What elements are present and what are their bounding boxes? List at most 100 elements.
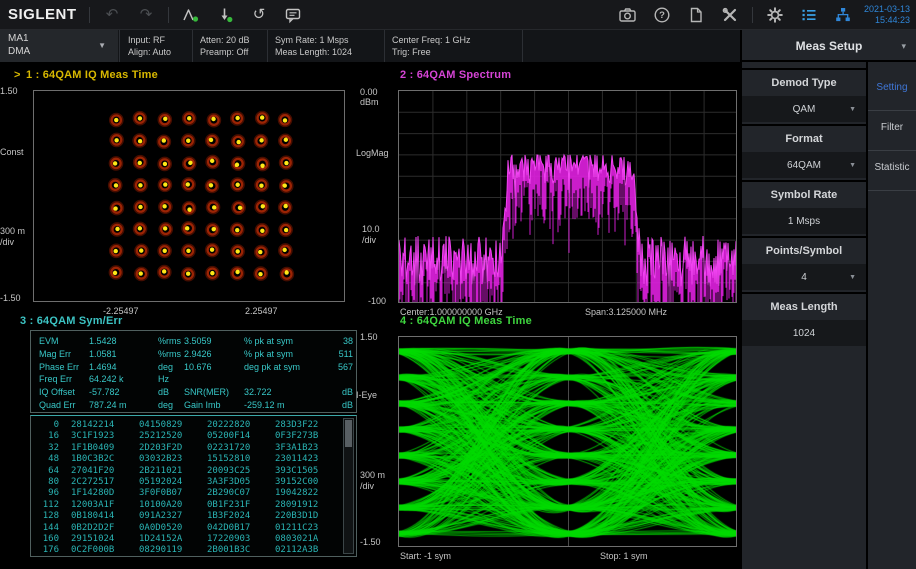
metric-cell: % pk at sym bbox=[244, 349, 293, 360]
hex-group: 091A2327 bbox=[139, 511, 207, 521]
tools-icon[interactable] bbox=[713, 0, 747, 30]
marker-icon[interactable] bbox=[208, 0, 242, 30]
network-icon[interactable] bbox=[826, 0, 860, 30]
hex-row-index: 16 bbox=[35, 431, 59, 441]
hex-group: 3A3F3D05 bbox=[207, 477, 275, 487]
q2-y-scale-unit: /div bbox=[362, 235, 396, 245]
comment-icon[interactable] bbox=[276, 0, 310, 30]
hex-group: 2C272517 bbox=[71, 477, 139, 487]
metric-cell: dB bbox=[158, 387, 169, 398]
tab-statistic[interactable]: Statistic bbox=[868, 162, 916, 173]
hex-group: 28142214 bbox=[71, 420, 139, 430]
hex-group: 2D203F2D bbox=[139, 443, 207, 453]
peak-search-icon[interactable] bbox=[174, 0, 208, 30]
hex-row-index: 96 bbox=[35, 488, 59, 498]
metric-cell: 511 bbox=[313, 349, 353, 360]
metric-cell: dB bbox=[313, 400, 353, 411]
hex-row-index: 0 bbox=[35, 420, 59, 430]
field-value-demod-type[interactable]: QAM▼ bbox=[742, 96, 866, 122]
hex-scrollbar-thumb[interactable] bbox=[345, 420, 352, 447]
hex-group: 10100A20 bbox=[139, 500, 207, 510]
config-bar: MA1 DMA ▼ Input: RFAlign: AutoAtten: 20 … bbox=[0, 30, 740, 62]
tab-filter[interactable]: Filter bbox=[868, 122, 916, 133]
tab-setting[interactable]: Setting bbox=[868, 82, 916, 93]
screenshot-camera-icon[interactable] bbox=[611, 0, 645, 30]
q2-scale-type: LogMag bbox=[356, 148, 396, 158]
sidebar-header[interactable]: Meas Setup ▾ bbox=[742, 30, 916, 62]
hex-group: 20093C25 bbox=[207, 466, 275, 476]
metric-cell: %rms bbox=[158, 336, 181, 347]
hex-group: 02112A3B bbox=[275, 545, 343, 555]
hex-group: 23011423 bbox=[275, 454, 343, 464]
config-column: Atten: 20 dBPreamp: Off bbox=[200, 34, 250, 58]
field-value-meas-length[interactable]: 1024 bbox=[742, 320, 866, 346]
q2-y-scale: 10.0 bbox=[362, 224, 396, 234]
hex-row: 6427041F202B21102120093C25393C1505 bbox=[35, 466, 343, 476]
date-text: 2021-03-13 bbox=[864, 4, 910, 15]
field-value-points-symbol[interactable]: 4▼ bbox=[742, 264, 866, 290]
analyzer-screen: SIGLENT ↶ ↷ ↺ ? bbox=[0, 0, 916, 569]
metric-cell: 10.676 bbox=[184, 362, 212, 373]
metric-cell: IQ Offset bbox=[39, 387, 75, 398]
hex-group: 20222820 bbox=[207, 420, 275, 430]
chevron-down-icon: ▼ bbox=[849, 106, 856, 113]
chevron-down-icon: ▾ bbox=[901, 41, 906, 52]
metric-cell: Mag Err bbox=[39, 349, 71, 360]
redo-icon[interactable]: ↷ bbox=[129, 0, 163, 30]
hex-group: 0F3F273B bbox=[275, 431, 343, 441]
config-line1: Input: RF bbox=[128, 34, 171, 46]
hex-group: 02231720 bbox=[207, 443, 275, 453]
q1-x-right: 2.25497 bbox=[245, 306, 345, 316]
undo-icon[interactable]: ↶ bbox=[95, 0, 129, 30]
help-icon[interactable]: ? bbox=[645, 0, 679, 30]
metric-cell: dB bbox=[313, 387, 353, 398]
hex-group: 3F3A1B23 bbox=[275, 443, 343, 453]
mode-selector[interactable]: MA1 DMA ▼ bbox=[0, 30, 118, 62]
hex-group: 12003A1F bbox=[71, 500, 139, 510]
hex-group: 1F14280D bbox=[71, 488, 139, 498]
task-list-icon[interactable] bbox=[792, 0, 826, 30]
settings-gear-icon[interactable] bbox=[758, 0, 792, 30]
field-value-symbol-rate[interactable]: 1 Msps bbox=[742, 208, 866, 234]
hex-row: 11212003A1F10100A200B1F231F28091912 bbox=[35, 500, 343, 510]
config-column: Center Freq: 1 GHzTrig: Free bbox=[392, 34, 471, 58]
hex-group: 393C1505 bbox=[275, 466, 343, 476]
q1-y-bottom: -1.50 bbox=[0, 293, 31, 303]
hex-group: 05192024 bbox=[139, 477, 207, 487]
history-icon[interactable]: ↺ bbox=[242, 0, 276, 30]
hex-group: 05200F14 bbox=[207, 431, 275, 441]
hex-group: 2B290C07 bbox=[207, 488, 275, 498]
symbol-hex-table: 0281422140415082920222820283D3F22163C1F1… bbox=[30, 415, 357, 557]
hex-group: 03032B23 bbox=[139, 454, 207, 464]
metric-cell: Hz bbox=[158, 374, 169, 385]
metric-cell: 2.9426 bbox=[184, 349, 212, 360]
q1-y-scale-unit: /div bbox=[0, 237, 31, 247]
spectrum-svg bbox=[399, 91, 737, 303]
hex-group: 08290119 bbox=[139, 545, 207, 555]
sidebar-tabs: Setting Filter Statistic bbox=[866, 62, 916, 569]
q4-y-mid: I-Eye bbox=[356, 390, 396, 400]
metric-cell: 567 bbox=[313, 362, 353, 373]
hex-group: 27041F20 bbox=[71, 466, 139, 476]
window-1-title: 1 : 64QAM IQ Meas Time bbox=[26, 69, 158, 81]
config-line1: Sym Rate: 1 Msps bbox=[275, 34, 352, 46]
q1-y-scale: 300 m bbox=[0, 226, 31, 236]
field-value-format[interactable]: 64QAM▼ bbox=[742, 152, 866, 178]
config-line1: Center Freq: 1 GHz bbox=[392, 34, 471, 46]
config-divider bbox=[384, 30, 385, 62]
hex-row-index: 144 bbox=[35, 523, 59, 533]
hex-group: 01211C23 bbox=[275, 523, 343, 533]
metric-cell: deg pk at sym bbox=[244, 362, 300, 373]
config-line2: Preamp: Off bbox=[200, 46, 250, 58]
field-label-meas-length: Meas Length bbox=[742, 292, 866, 320]
hex-row-index: 160 bbox=[35, 534, 59, 544]
hex-group: 0B1F231F bbox=[207, 500, 275, 510]
top-toolbar: SIGLENT ↶ ↷ ↺ ? bbox=[0, 0, 916, 30]
q1-y-top: 1.50 bbox=[0, 86, 31, 96]
hex-group: 28091912 bbox=[275, 500, 343, 510]
file-icon[interactable] bbox=[679, 0, 713, 30]
config-line2: Trig: Free bbox=[392, 46, 471, 58]
q4-y-bottom: -1.50 bbox=[360, 537, 396, 547]
metric-cell: % pk at sym bbox=[244, 336, 293, 347]
metric-cell: Phase Err bbox=[39, 362, 79, 373]
